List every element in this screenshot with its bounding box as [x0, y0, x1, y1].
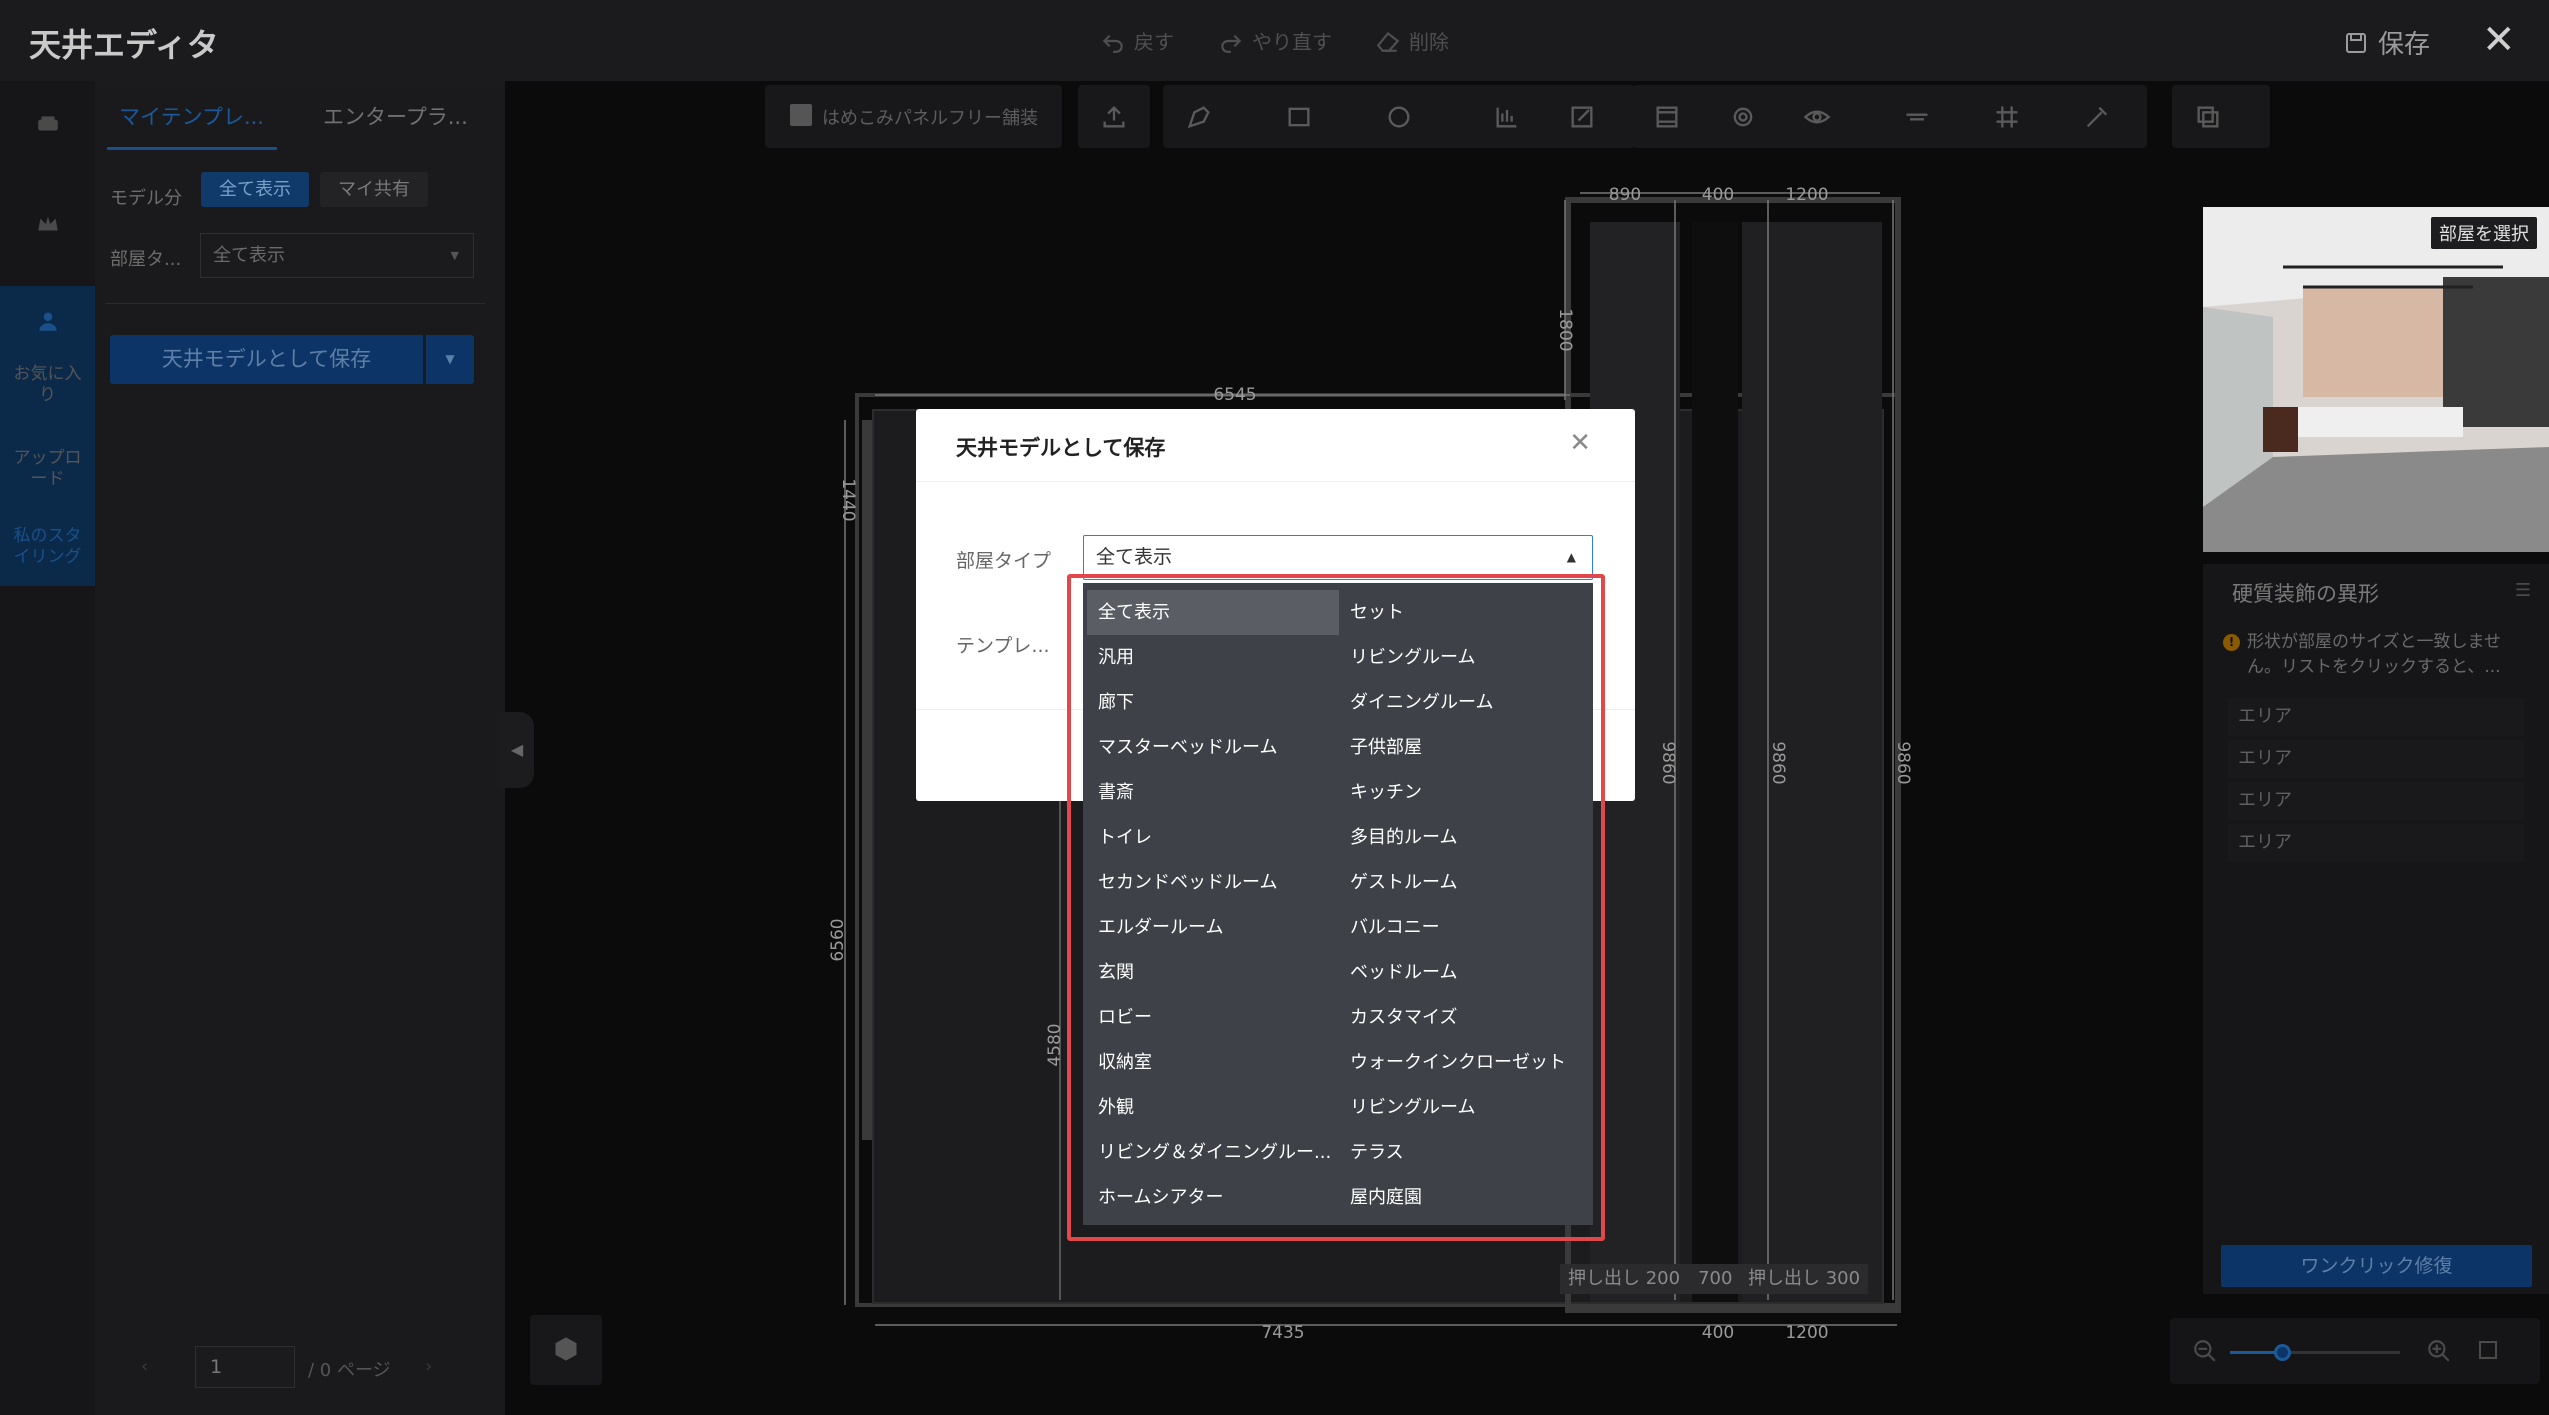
upload-label: アップロード	[13, 448, 82, 489]
zoom-slider-knob[interactable]	[2274, 1344, 2291, 1361]
zoom-in-icon[interactable]	[2426, 1338, 2452, 1364]
rail-item-favorites[interactable]: お気に入り	[0, 356, 95, 426]
magic-icon[interactable]	[2083, 103, 2111, 131]
room-type-value: 全て表示	[213, 245, 285, 266]
align-icon[interactable]	[1493, 103, 1521, 131]
frame-icon[interactable]	[1653, 103, 1681, 131]
area-item[interactable]: エリア	[2228, 698, 2524, 736]
room-type-select[interactable]: 全て表示 ▼	[200, 233, 474, 278]
rail-item-sofa[interactable]	[0, 111, 95, 137]
page-input[interactable]: 1	[195, 1346, 295, 1388]
zoom-control	[2170, 1318, 2540, 1384]
grid-icon[interactable]	[1993, 103, 2021, 131]
dialog-title: 天井モデルとして保存	[956, 436, 1166, 460]
save-button-top[interactable]: 保存	[2344, 24, 2430, 61]
delete-button[interactable]: 削除	[1375, 26, 1449, 55]
rail-item-user[interactable]	[0, 286, 95, 356]
highlight-annotation-box	[1067, 574, 1605, 1241]
template-field-label: テンプレ...	[956, 635, 1050, 657]
rail-item-crown[interactable]	[0, 211, 95, 237]
upload-icon[interactable]	[1100, 103, 1128, 131]
hard-decoration-panel: 硬質装飾の異形 ☰ ! 形状が部屋のサイズと一致しません。リストをクリックすると…	[2203, 564, 2549, 1294]
fit-screen-icon[interactable]	[2476, 1338, 2500, 1362]
next-page-icon[interactable]: ›	[425, 1356, 432, 1377]
toolbar-group-upload	[1078, 85, 1150, 148]
camera-icon[interactable]	[1729, 103, 1757, 131]
dialog-divider	[916, 481, 1635, 482]
close-editor-icon[interactable]: ✕	[2482, 18, 2516, 62]
cube-icon	[555, 1337, 577, 1361]
zoom-out-icon[interactable]	[2192, 1338, 2218, 1364]
user-icon	[38, 312, 57, 331]
save-options-dropdown-button[interactable]: ▼	[426, 335, 474, 384]
circle-icon[interactable]	[1385, 103, 1413, 131]
extrude-label-2[interactable]: 押し出し 300	[1740, 1264, 1869, 1294]
prev-page-icon[interactable]: ‹	[141, 1356, 148, 1377]
pen-icon[interactable]	[1185, 103, 1213, 131]
redo-label: やり直す	[1252, 30, 1332, 54]
warning-text: 形状が部屋のサイズと一致しません。リストをクリックすると、...	[2247, 632, 2501, 677]
undo-icon	[1102, 34, 1123, 53]
top-bar: 天井エディタ 戻す やり直す 削除 保存 ✕	[0, 0, 2549, 81]
caret-down-icon: ▼	[450, 249, 459, 262]
warning-icon: !	[2223, 634, 2240, 651]
undo-label: 戻す	[1134, 30, 1174, 54]
free-paving-label: はめこみパネルフリー舗装	[822, 108, 1038, 129]
favorites-label: お気に入り	[13, 364, 82, 405]
app-title: 天井エディタ	[29, 26, 219, 64]
save-label: 保存	[2378, 30, 2431, 60]
sofa-icon	[37, 116, 58, 131]
rail-item-upload[interactable]: アップロード	[0, 426, 95, 506]
rail-item-my-styling[interactable]: 私のスタイリング	[0, 506, 95, 586]
redo-button[interactable]: やり直す	[1218, 26, 1332, 55]
one-click-fix-button[interactable]: ワンクリック修復	[2221, 1245, 2532, 1287]
menu-icon[interactable]: ☰	[2515, 580, 2531, 601]
area-item[interactable]: エリア	[2228, 740, 2524, 778]
extrude-label-1[interactable]: 押し出し 200 700	[1560, 1264, 1741, 1294]
tab-enterprise[interactable]: エンタープラ...	[323, 101, 468, 131]
page-total: / 0 ページ	[308, 1360, 391, 1381]
delete-label: 削除	[1409, 30, 1449, 54]
redo-icon	[1221, 34, 1242, 53]
toolbar-group-draw	[1163, 85, 1635, 148]
toolbar-group-layers	[2172, 85, 2270, 148]
3d-view-button[interactable]	[530, 1315, 602, 1385]
collapse-panel-icon[interactable]: ◀	[500, 712, 534, 788]
undo-button[interactable]: 戻す	[1100, 26, 1174, 55]
filter-chip-my-shared[interactable]: マイ共有	[320, 172, 428, 207]
select-room-button[interactable]: 部屋を選択	[2431, 217, 2537, 249]
eye-icon[interactable]	[1803, 103, 1831, 131]
left-rail: お気に入り アップロード 私のスタイリング	[0, 81, 95, 1415]
rectangle-icon[interactable]	[1285, 103, 1313, 131]
area-item[interactable]: エリア	[2228, 824, 2524, 862]
room-type-field-label: 部屋タイプ	[956, 550, 1052, 572]
my-styling-label: 私のスタイリング	[13, 526, 82, 567]
close-icon[interactable]: ✕	[1569, 429, 1591, 457]
template-panel: マイテンプレ... エンタープラ... モデル分 全て表示 マイ共有 部屋タ..…	[95, 81, 505, 1415]
room-type-selected-value: 全て表示	[1096, 546, 1173, 568]
crown-icon	[37, 216, 58, 231]
tab-my-templates[interactable]: マイテンプレ...	[119, 101, 264, 131]
save-icon	[2346, 32, 2366, 53]
layers-icon[interactable]	[2194, 103, 2222, 131]
hard-decoration-title: 硬質装飾の異形	[2232, 582, 2379, 606]
filter-chip-all[interactable]: 全て表示	[201, 172, 309, 207]
caret-up-icon: ▲	[1566, 550, 1576, 564]
room-type-label: 部屋タ...	[110, 249, 182, 270]
room-preview[interactable]: 部屋を選択	[2203, 207, 2549, 552]
panel-divider	[105, 303, 485, 304]
panel-tabs: マイテンプレ... エンタープラ...	[95, 81, 505, 151]
eraser-icon	[1376, 31, 1400, 52]
save-as-ceiling-model-button[interactable]: 天井モデルとして保存	[110, 335, 423, 384]
tab-underline	[107, 147, 277, 150]
room-render-image	[2203, 207, 2549, 552]
toolbar-group-view	[1633, 85, 2147, 148]
pager: ‹ 1 / 0 ページ ›	[95, 1346, 505, 1391]
level-icon[interactable]	[1903, 103, 1931, 131]
area-item[interactable]: エリア	[2228, 782, 2524, 820]
free-paving-checkbox[interactable]	[790, 104, 812, 126]
model-filter-label: モデル分	[110, 188, 182, 209]
edit-icon[interactable]	[1568, 103, 1596, 131]
